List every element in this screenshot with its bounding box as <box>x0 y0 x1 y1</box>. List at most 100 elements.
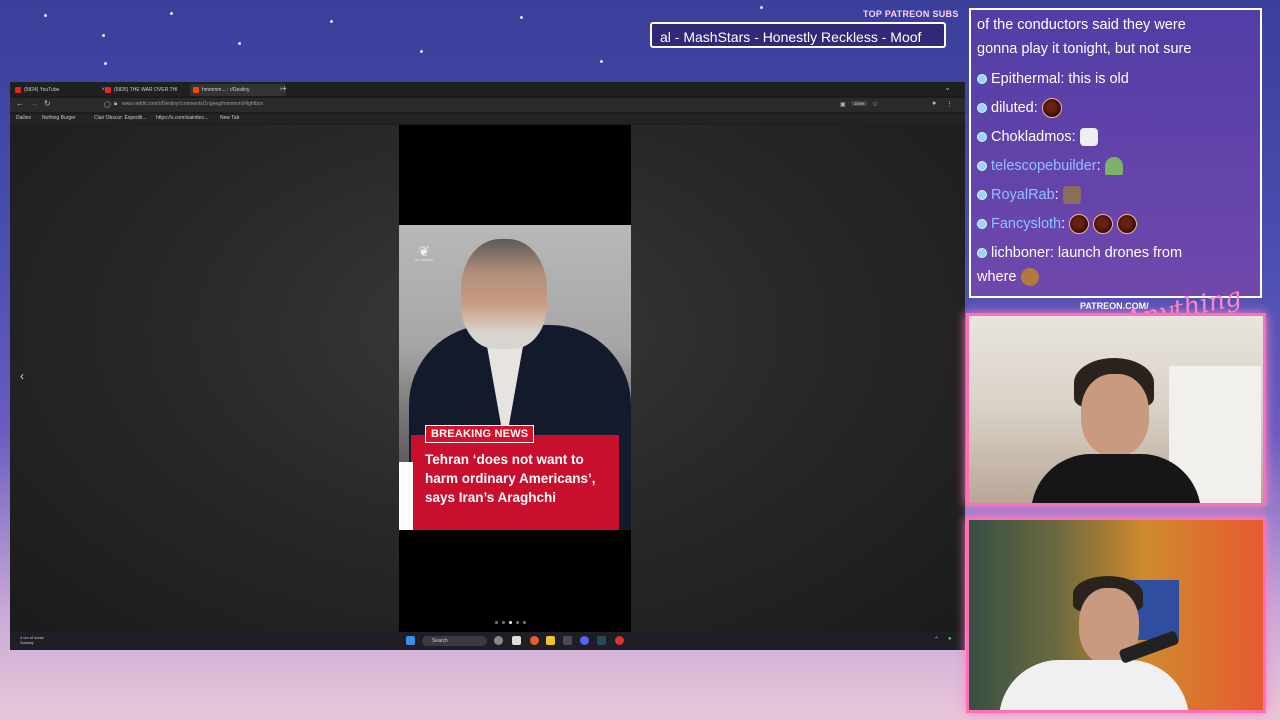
video-player[interactable]: ❦ AL JAZEERA Tehran ‘does not want to ha… <box>399 125 631 632</box>
chat-message: diluted: <box>977 96 1066 120</box>
star-decor <box>44 14 47 17</box>
tab-youtube[interactable]: (5824) YouTube × <box>12 84 108 96</box>
guest-torso <box>999 660 1189 710</box>
taskbar-search[interactable]: Search <box>422 636 487 646</box>
chat-username[interactable]: Epithermal <box>991 71 1060 87</box>
reddit-icon <box>193 87 199 93</box>
bookmark-item[interactable]: Clair Obscur: Expediti... <box>94 115 147 121</box>
face-emote-icon <box>1079 128 1098 147</box>
extension-icon[interactable]: ● <box>932 100 936 107</box>
headline-box: Tehran ‘does not want to harm ordinary A… <box>399 435 619 530</box>
lock-icon: 🔒︎ <box>114 101 118 107</box>
bookmark-item[interactable]: New Tab <box>220 115 239 121</box>
tray-chevron-icon[interactable]: ⌃ <box>934 636 939 643</box>
shield-icon[interactable]: ◯ <box>104 101 111 108</box>
tab-label: (5824) YouTube <box>24 87 60 93</box>
person-head <box>461 239 547 349</box>
discord-icon[interactable] <box>580 636 589 645</box>
forward-icon[interactable]: → <box>30 99 38 108</box>
sub-badge-icon <box>977 103 987 114</box>
reader-icon[interactable]: ▣ <box>840 101 846 108</box>
folder-icon[interactable] <box>546 636 555 645</box>
carousel-dot-active[interactable] <box>509 621 512 624</box>
tab-reddit-active[interactable]: hmmmm... : r/Destiny × <box>190 84 286 96</box>
chat-message: where <box>977 265 1043 289</box>
bookmark-item[interactable]: Dailies <box>16 115 31 121</box>
chat-username[interactable]: diluted <box>991 100 1034 116</box>
carousel-dot[interactable] <box>523 621 526 624</box>
cookie-emote-icon <box>1093 214 1114 235</box>
browser-icon[interactable] <box>530 636 539 645</box>
chat-message: lichboner: launch drones from <box>977 241 1182 265</box>
chat-username[interactable]: lichboner <box>991 245 1050 261</box>
webcam-bottom <box>966 517 1266 713</box>
reload-icon[interactable]: ↻ <box>44 99 51 108</box>
headline-text: Tehran ‘does not want to harm ordinary A… <box>425 452 596 505</box>
bookmark-star-icon[interactable]: ☆ <box>872 100 878 108</box>
carousel-dot[interactable] <box>516 621 519 624</box>
star-decor <box>104 62 107 65</box>
chat-message: Chokladmos: <box>977 125 1102 149</box>
url-text[interactable]: www.reddit.com/r/Destiny/comments/1ngeeg… <box>122 101 263 107</box>
start-icon[interactable] <box>406 636 415 645</box>
star-decor <box>420 50 423 53</box>
tab-youtube-video[interactable]: (5825) THE WAR OVER THI × <box>102 84 198 96</box>
app-icon[interactable] <box>494 636 503 645</box>
tab-bar: (5824) YouTube × (5825) THE WAR OVER THI… <box>10 82 965 96</box>
patreon-subs-label: TOP PATREON SUBS <box>863 9 959 19</box>
star-decor <box>600 60 603 63</box>
cookie-emote-icon <box>1069 214 1090 235</box>
star-decor <box>330 20 333 23</box>
breaking-news-badge: BREAKING NEWS <box>425 425 535 443</box>
chat-message: gonna play it tonight, but not sure <box>977 41 1192 57</box>
star-decor <box>520 16 523 19</box>
task-view-icon[interactable] <box>512 636 521 645</box>
app-icon[interactable] <box>563 636 572 645</box>
tab-list-icon[interactable]: ⌄ <box>944 83 951 92</box>
patreon-ticker: al - MashStars - Honestly Reckless - Moo… <box>650 22 946 48</box>
carousel-dots <box>495 611 530 629</box>
al-jazeera-logo: ❦ AL JAZEERA <box>413 243 435 265</box>
animal-emote-icon <box>1062 186 1081 205</box>
chat-username[interactable]: RoyalRab <box>991 187 1055 203</box>
video-frame: ❦ AL JAZEERA Tehran ‘does not want to ha… <box>399 225 631 530</box>
chat-text: launch drones from <box>1057 245 1183 261</box>
chat-message: of the conductors said they were <box>977 17 1186 33</box>
youtube-icon <box>105 87 111 93</box>
windows-taskbar: 4 cm of snow Sunday Search ⌃ ● <box>10 632 965 650</box>
chat-username[interactable]: Fancysloth <box>991 216 1061 232</box>
tab-label: hmmmm... : r/Destiny <box>202 87 250 93</box>
app-icon[interactable] <box>615 636 624 645</box>
webcam-top <box>966 313 1266 506</box>
weather-day: Sunday <box>20 640 34 645</box>
chat-text: where <box>977 269 1017 285</box>
youtube-icon <box>15 87 21 93</box>
sub-badge-icon <box>977 248 987 259</box>
bookmark-item[interactable]: https://x.com/isainttec... <box>156 115 208 121</box>
streamer-face <box>1081 374 1149 456</box>
carousel-dot[interactable] <box>495 621 498 624</box>
zoom-level[interactable]: 100% <box>851 101 868 106</box>
back-icon[interactable]: ← <box>16 99 24 108</box>
lightbox-viewer: ‹ ❦ AL JAZEERA Tehran ‘does not want to … <box>10 125 965 635</box>
logo-text: AL JAZEERA <box>415 258 433 262</box>
bookmark-item[interactable]: Nothing Burger <box>42 115 76 121</box>
steam-icon[interactable] <box>597 636 606 645</box>
tray-app-icon[interactable]: ● <box>948 636 952 642</box>
chat-username[interactable]: Chokladmos <box>991 129 1072 145</box>
weather-widget[interactable]: 4 cm of snow Sunday <box>20 635 44 645</box>
chat-username[interactable]: telescopebuilder <box>991 158 1097 174</box>
chat-text: this is old <box>1068 71 1129 87</box>
sub-badge-icon <box>977 74 987 85</box>
carousel-dot[interactable] <box>502 621 505 624</box>
cookie-emote-icon <box>1041 98 1062 119</box>
previous-arrow-icon[interactable]: ‹ <box>20 369 24 383</box>
headline-accent <box>399 462 413 530</box>
menu-icon[interactable]: ⋮ <box>946 100 953 108</box>
sub-badge-icon <box>977 161 987 172</box>
sub-badge-icon <box>977 219 987 230</box>
chat-message: RoyalRab: <box>977 183 1085 207</box>
chat-message: telescopebuilder: <box>977 154 1127 178</box>
new-tab-button[interactable]: + <box>282 84 287 93</box>
chat-panel: of the conductors said they were gonna p… <box>969 8 1262 298</box>
